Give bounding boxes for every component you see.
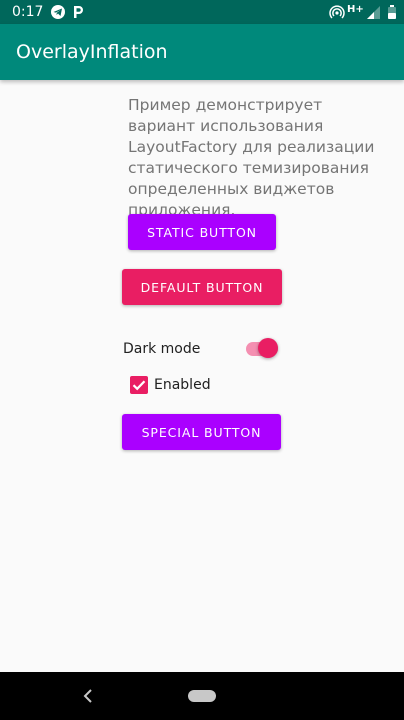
switch-thumb[interactable] (258, 338, 278, 358)
app-bar: OverlayInflation (0, 24, 404, 80)
network-type: H+ (347, 4, 364, 15)
navigation-bar (0, 672, 404, 720)
special-button[interactable]: Special button (122, 414, 281, 450)
default-button[interactable]: Default button (122, 269, 282, 305)
home-pill-icon[interactable] (188, 690, 216, 702)
status-bar: 0:17 H+ (0, 0, 404, 24)
description-text: Пример демонстрирует вариант использован… (128, 96, 375, 219)
dark-mode-label: Dark mode (123, 341, 201, 357)
checkmark-icon (132, 380, 146, 391)
enabled-label[interactable]: Enabled (154, 376, 211, 394)
back-icon[interactable] (80, 686, 96, 706)
signal-icon (367, 6, 380, 19)
battery-icon (388, 5, 396, 19)
enabled-checkbox[interactable] (130, 376, 148, 394)
parking-icon (74, 6, 83, 18)
app-title: OverlayInflation (16, 41, 168, 63)
hotspot-icon (329, 5, 345, 19)
telegram-icon (51, 5, 65, 19)
static-button[interactable]: Static button (128, 214, 276, 250)
status-time: 0:17 (12, 4, 44, 20)
